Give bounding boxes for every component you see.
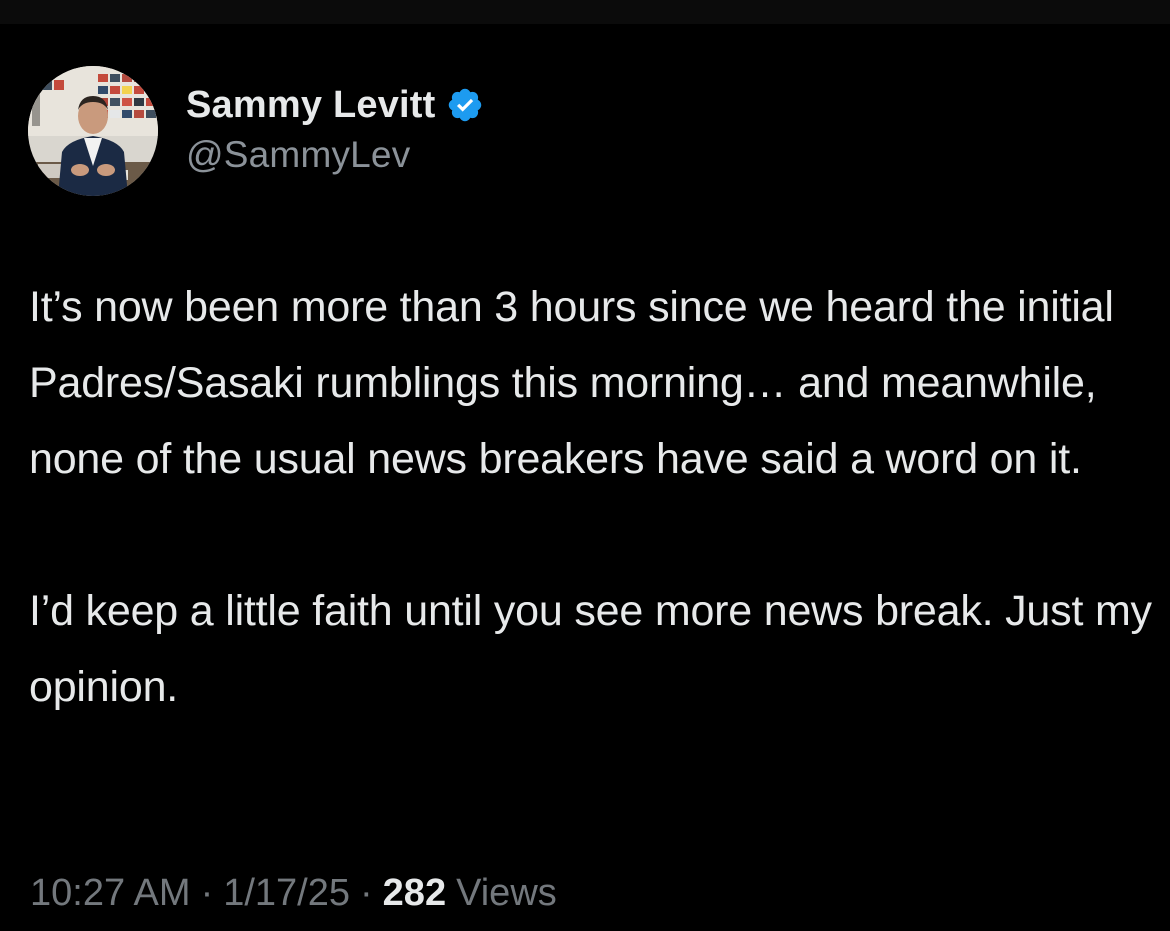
views-label[interactable]: Views (456, 872, 557, 915)
status-bar-strip (0, 0, 1170, 24)
display-name-row: Sammy Levitt (186, 82, 484, 128)
author-names: Sammy Levitt @SammyLev (186, 82, 484, 176)
verified-badge-icon[interactable] (446, 86, 484, 124)
separator: · (200, 872, 214, 914)
tweet-date[interactable]: 1/17/25 (223, 872, 350, 915)
profile-photo (28, 66, 158, 196)
tweet-card: Sammy Levitt @SammyLev It’s now been mor… (0, 24, 1170, 931)
tweet-meta: 10:27 AM · 1/17/25 · 282 Views (30, 872, 557, 915)
handle[interactable]: @SammyLev (186, 134, 484, 176)
tweet-text: It’s now been more than 3 hours since we… (29, 283, 1152, 711)
views-count[interactable]: 282 (383, 872, 446, 915)
display-name[interactable]: Sammy Levitt (186, 84, 436, 127)
tweet-header: Sammy Levitt @SammyLev (28, 66, 484, 196)
tweet-time[interactable]: 10:27 AM (30, 872, 191, 915)
separator: · (360, 872, 373, 914)
avatar[interactable] (28, 66, 158, 196)
